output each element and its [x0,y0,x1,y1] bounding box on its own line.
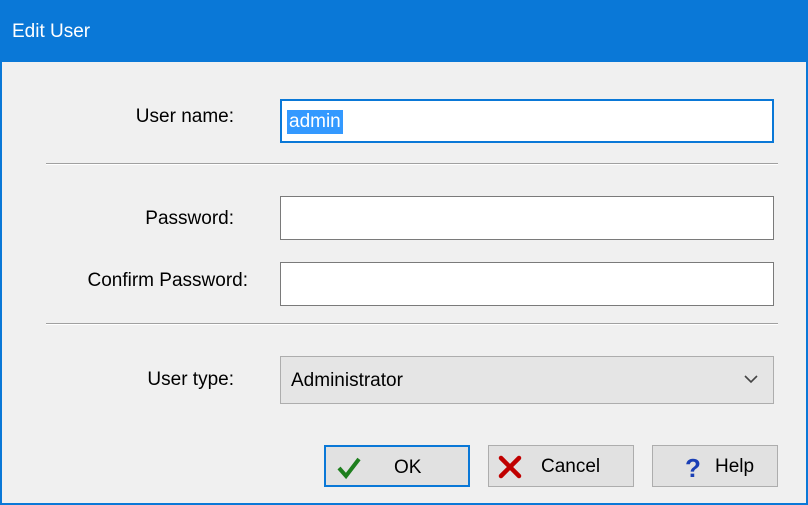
user-type-label: User type: [147,369,234,390]
user-type-select[interactable]: Administrator [280,356,774,404]
ok-button[interactable]: OK [324,445,470,487]
edit-user-dialog: Edit User User name: admin Password: Con… [0,0,808,505]
dialog-title: Edit User [12,21,91,42]
separator [46,323,778,325]
user-name-value: admin [287,110,343,134]
svg-text:?: ? [685,454,701,480]
ok-button-label: OK [394,457,422,478]
chevron-down-icon [744,375,758,384]
user-name-input[interactable]: admin [280,99,774,143]
confirm-password-input[interactable] [280,262,774,306]
user-type-value: Administrator [291,370,403,391]
user-name-label: User name: [135,106,234,127]
checkmark-icon [337,457,361,480]
title-bar[interactable]: Edit User [0,0,808,62]
cancel-button-label: Cancel [541,456,601,477]
password-input[interactable] [280,196,774,240]
password-label: Password: [145,208,234,229]
question-mark-icon: ? [685,454,701,480]
x-cross-icon [498,455,522,479]
help-button[interactable]: ? Help [652,445,778,487]
separator [46,163,778,165]
cancel-button[interactable]: Cancel [488,445,634,487]
help-button-label: Help [715,456,755,477]
confirm-password-label: Confirm Password: [87,270,249,291]
